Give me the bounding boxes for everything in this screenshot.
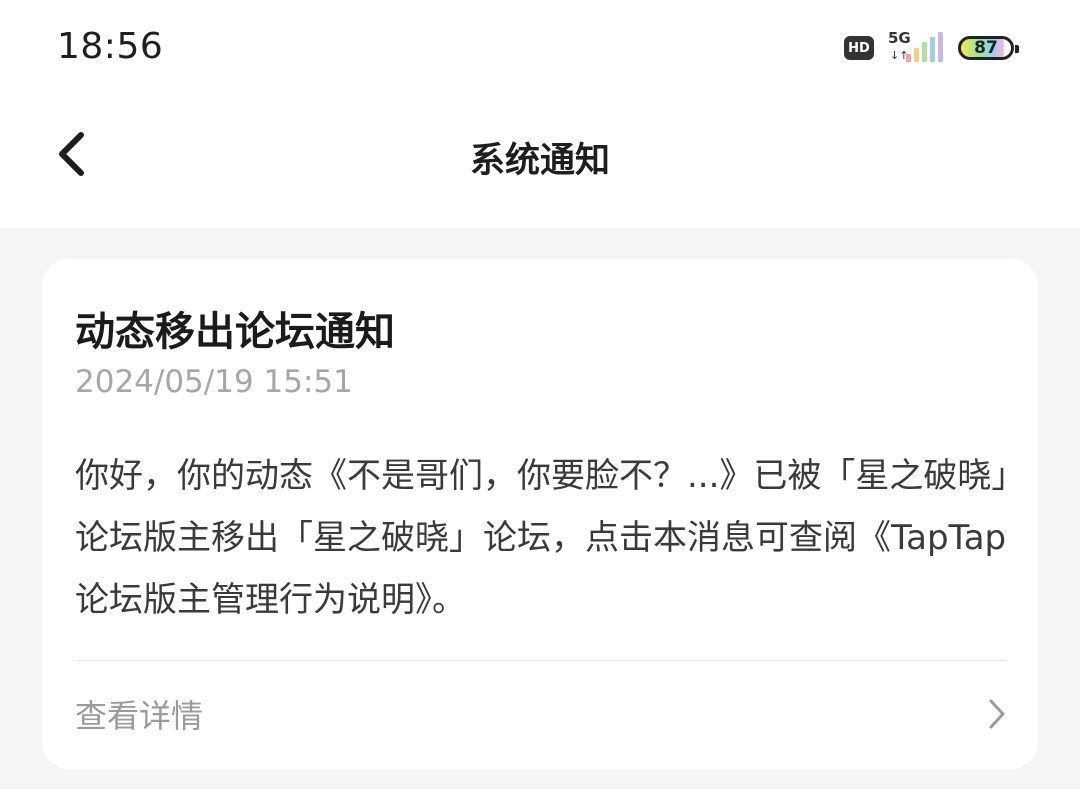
view-details-button[interactable]: 查看详情 <box>75 679 1007 749</box>
battery-level: 87 <box>974 38 998 58</box>
notification-card[interactable]: 动态移出论坛通知 2024/05/19 15:51 你好，你的动态《不是哥们，你… <box>42 259 1038 769</box>
navigation-bar: 系统通知 <box>0 100 1080 228</box>
signal-bars-icon <box>906 32 943 62</box>
notification-title: 动态移出论坛通知 <box>75 309 395 355</box>
page-title: 系统通知 <box>469 141 610 181</box>
battery-icon: 87 <box>958 36 1019 60</box>
notification-timestamp: 2024/05/19 15:51 <box>75 364 353 400</box>
hd-icon: HD <box>844 36 874 60</box>
divider <box>75 660 1007 661</box>
signal-icon: 5G ↓↑ <box>888 30 944 66</box>
status-icons: HD 5G ↓↑ 87 <box>844 30 1019 66</box>
status-bar: 18:56 HD 5G ↓↑ 87 <box>0 0 1080 100</box>
view-details-label: 查看详情 <box>75 697 204 735</box>
status-time: 18:56 <box>57 26 164 67</box>
notification-body: 你好，你的动态《不是哥们，你要脸不？...》已被「星之破晓」论坛版主移出「星之破… <box>75 456 1009 620</box>
content-area: 动态移出论坛通知 2024/05/19 15:51 你好，你的动态《不是哥们，你… <box>0 228 1080 789</box>
chevron-right-icon <box>989 699 1005 729</box>
